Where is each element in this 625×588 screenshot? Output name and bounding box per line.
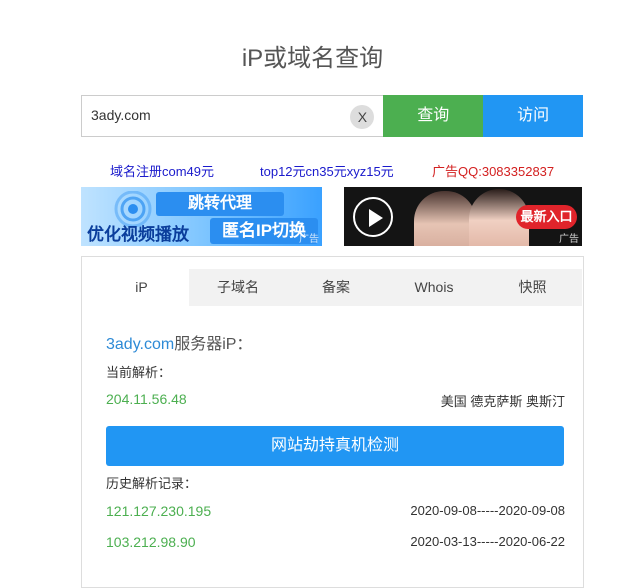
tab-subdomain[interactable]: 子域名 (189, 269, 287, 306)
visit-button[interactable]: 访问 (483, 95, 583, 137)
tab-icp[interactable]: 备案 (287, 269, 385, 306)
page-title: iP或域名查询 (241, 45, 384, 72)
search-input[interactable] (82, 96, 331, 134)
ad-mark: 广告 (559, 234, 579, 245)
history-label: 历史解析记录： (106, 476, 198, 491)
hijack-detect-button[interactable]: 网站劫持真机检测 (106, 426, 564, 466)
ad-link-domain-prices[interactable]: top12元cn35元xyz15元 (260, 161, 394, 180)
ad-link-domain-registration[interactable]: 域名注册com49元 (110, 161, 214, 180)
current-resolution-label: 当前解析： (106, 365, 172, 380)
tab-snapshot[interactable]: 快照 (483, 269, 582, 306)
current-ip-location: 美国 德克萨斯 奥斯汀 (440, 394, 565, 409)
play-icon (353, 197, 393, 237)
tab-bar: iP 子域名 备案 Whois 快照 (94, 269, 582, 306)
clear-button[interactable]: X (350, 105, 375, 129)
banner-proxy-headline: 跳转代理 (156, 192, 284, 216)
ad-mark: 广告 (299, 234, 319, 245)
server-ip-suffix: 服务器iP： (174, 336, 253, 353)
tab-ip[interactable]: iP (94, 269, 189, 306)
ad-link-contact-qq[interactable]: 广告QQ:3083352837 (432, 161, 554, 180)
history-ip: 121.127.230.195 (106, 503, 212, 519)
banner-photo (414, 191, 476, 246)
tab-whois[interactable]: Whois (385, 269, 483, 306)
search-box: X (81, 95, 384, 137)
result-panel: iP 子域名 备案 Whois 快照 3ady.com服务器iP： 当前解析： … (81, 256, 584, 588)
history-ip: 103.212.98.90 (106, 534, 196, 550)
query-button[interactable]: 查询 (383, 95, 484, 137)
server-ip-heading: 3ady.com服务器iP： (106, 330, 252, 354)
current-ip: 204.11.56.48 (106, 391, 187, 407)
search-bar: X 查询 访问 (81, 95, 583, 137)
ad-banner-proxy[interactable]: 跳转代理 优化视频播放 匿名IP切换 广告 (81, 187, 322, 246)
domain-name: 3ady.com (106, 336, 175, 353)
ad-banner-video[interactable]: 最新入口 广告 (344, 187, 582, 246)
banner-proxy-video-text: 优化视频播放 (87, 225, 189, 244)
history-date-range: 2020-09-08-----2020-09-08 (410, 503, 565, 518)
history-date-range: 2020-03-13-----2020-06-22 (410, 534, 565, 549)
banner-entry-button: 最新入口 (516, 205, 577, 229)
